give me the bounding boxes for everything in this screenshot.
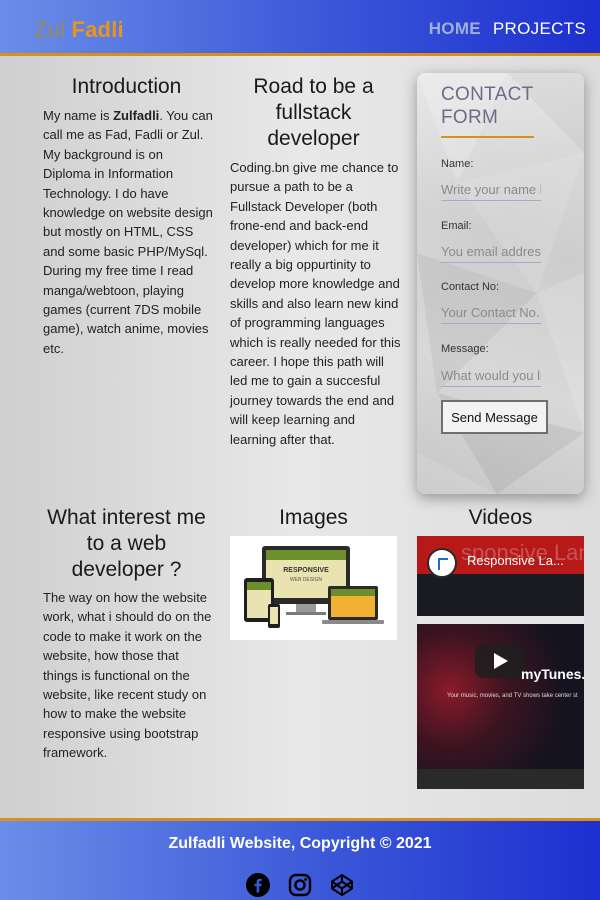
instagram-icon[interactable] bbox=[288, 873, 312, 897]
video-menu-bar bbox=[417, 616, 584, 624]
images-title: Images bbox=[279, 506, 348, 529]
email-input[interactable] bbox=[441, 241, 541, 263]
send-message-button[interactable]: Send Message bbox=[441, 400, 548, 434]
contact-no-input[interactable] bbox=[441, 302, 541, 324]
brand-first: Zul bbox=[34, 17, 66, 42]
title-underline bbox=[441, 136, 534, 138]
brand-last: Fadli bbox=[71, 17, 124, 42]
video-caption: Your music, movies, and TV shows take ce… bbox=[447, 693, 578, 699]
footer-copyright: Zulfadli Website, Copyright © 2021 bbox=[168, 835, 432, 852]
brand-logo[interactable]: Zul Fadli bbox=[34, 17, 124, 43]
name-input[interactable] bbox=[441, 179, 541, 201]
devices-illustration: RESPONSIVE WEB DESIGN bbox=[244, 546, 384, 628]
contact-title: CONTACT FORM bbox=[441, 84, 534, 128]
road-text: Coding.bn give me chance to pursue a pat… bbox=[230, 160, 401, 447]
footer: Zulfadli Website, Copyright © 2021 bbox=[0, 818, 600, 900]
social-links bbox=[0, 873, 600, 897]
email-label: Email: bbox=[441, 220, 472, 232]
channel-avatar-icon[interactable] bbox=[427, 548, 457, 578]
responsive-design-image: RESPONSIVE WEB DESIGN bbox=[230, 536, 397, 640]
message-label: Message: bbox=[441, 343, 489, 355]
contact-no-label: Contact No: bbox=[441, 281, 500, 293]
road-title: Road to be a fullstack developer bbox=[253, 75, 374, 150]
intro-title: Introduction bbox=[71, 75, 182, 98]
video-player[interactable]: sponsive Landi Responsive La... myTunes.… bbox=[417, 536, 584, 789]
nav-home-link[interactable]: HOME bbox=[429, 19, 481, 39]
video-title[interactable]: Responsive La... bbox=[467, 553, 564, 568]
name-label: Name: bbox=[441, 158, 474, 170]
nav-links: HOME PROJECTS bbox=[429, 19, 586, 39]
badge-line2: WEB DESIGN bbox=[290, 577, 322, 583]
message-input[interactable] bbox=[441, 365, 541, 387]
videos-title: Videos bbox=[468, 506, 533, 529]
intro-body: . You can call me as Fad, Fadli or Zul. … bbox=[43, 108, 213, 356]
codepen-icon[interactable] bbox=[330, 873, 354, 897]
interest-text: The way on how the website work, what i … bbox=[43, 590, 212, 761]
nav-projects-link[interactable]: PROJECTS bbox=[493, 19, 586, 39]
facebook-icon[interactable] bbox=[246, 873, 270, 897]
interest-title: What interest me to a web developer ? bbox=[47, 506, 206, 581]
contact-form-card: CONTACT FORM Name: Email: Contact No: Me… bbox=[417, 73, 584, 494]
video-controls-bar bbox=[417, 769, 584, 789]
intro-text: My name is Zulfadli. You can call me as … bbox=[43, 106, 213, 358]
badge-line1: RESPONSIVE bbox=[283, 567, 329, 574]
navbar: Zul Fadli HOME PROJECTS bbox=[0, 0, 600, 56]
video-brand: myTunes. bbox=[521, 666, 584, 682]
intro-name: Zulfadli bbox=[113, 108, 160, 123]
intro-prefix: My name is bbox=[43, 108, 114, 123]
play-icon[interactable] bbox=[475, 644, 525, 678]
